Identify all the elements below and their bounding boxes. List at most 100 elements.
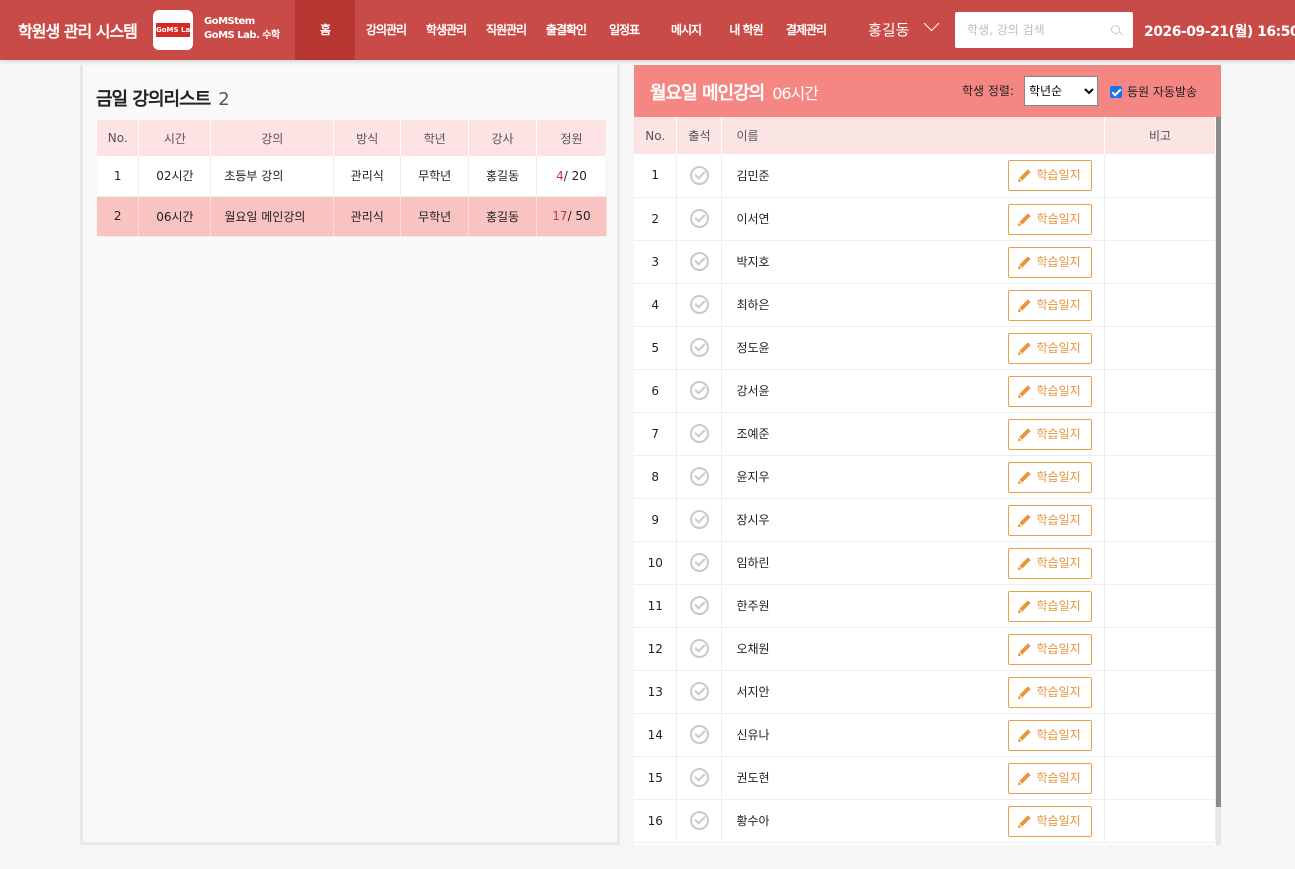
study-diary-button[interactable]: 학습일지: [1008, 332, 1093, 364]
study-diary-button[interactable]: 학습일지: [1008, 375, 1093, 407]
attendance-check-icon[interactable]: [689, 768, 709, 787]
study-diary-button[interactable]: 학습일지: [1008, 547, 1093, 579]
search-input[interactable]: [967, 20, 1107, 40]
attendance-cell: [676, 369, 723, 413]
study-diary-button[interactable]: 학습일지: [1008, 762, 1093, 794]
student-list-scrollbar[interactable]: [1216, 117, 1221, 845]
student-name: 신유나: [736, 728, 770, 742]
attendance-check-icon[interactable]: [689, 725, 709, 744]
student-row: 16 황수아 학습일지: [634, 799, 1216, 843]
study-diary-button[interactable]: 학습일지: [1008, 160, 1093, 191]
student-name: 권도현: [736, 771, 770, 785]
current-datetime: 2026-09-21(월) 16:50: [1144, 24, 1295, 40]
study-diary-label: 학습일지: [1036, 383, 1081, 398]
study-diary-label: 학습일지: [1036, 254, 1081, 269]
student-note: [1104, 670, 1216, 714]
student-note: [1104, 455, 1216, 499]
lesson-no: 1: [97, 156, 140, 197]
study-diary-button[interactable]: 학습일지: [1008, 461, 1093, 493]
study-diary-button[interactable]: 학습일지: [1008, 418, 1093, 450]
study-diary-button[interactable]: 학습일지: [1008, 805, 1093, 837]
attendance-cell: [676, 799, 723, 843]
student-name-cell: 권도현 학습일지: [721, 756, 1106, 800]
student-note: [1104, 498, 1216, 542]
attendance-check-icon[interactable]: [689, 639, 709, 658]
attendance-check-icon[interactable]: [689, 165, 709, 185]
attendance-cell: [676, 498, 723, 542]
student-note: [1104, 799, 1216, 843]
pencil-icon: [1019, 685, 1032, 698]
student-sort-select[interactable]: 학년순: [1024, 76, 1098, 106]
nav-item-6[interactable]: 일정표: [597, 0, 651, 60]
student-row: 2 이서연 학습일지: [634, 197, 1216, 241]
pencil-icon: [1019, 341, 1032, 354]
student-sort-label: 학생 정렬:: [962, 84, 1015, 98]
student-name: 윤지우: [736, 470, 770, 484]
lesson-teacher: 홍길동: [468, 196, 537, 237]
attendance-check-icon[interactable]: [689, 682, 709, 701]
lesson-table: No. 시간 강의 방식 학년 강사 정원 1 02시간 초등부 강의 관리식 무학년 홍길동 4/ 2…: [97, 120, 607, 237]
attendance-check-icon[interactable]: [689, 252, 709, 271]
study-diary-button[interactable]: 학습일지: [1008, 289, 1093, 321]
nav-item-4[interactable]: 직원관리: [477, 0, 535, 60]
study-diary-label: 학습일지: [1036, 168, 1081, 182]
scrollbar-thumb[interactable]: [1216, 117, 1221, 807]
student-no: 4: [634, 283, 678, 327]
study-diary-button[interactable]: 학습일지: [1008, 676, 1093, 708]
student-no: 12: [634, 627, 678, 671]
nav-item-8[interactable]: 내 학원: [717, 0, 775, 60]
attendance-check-icon[interactable]: [689, 209, 709, 228]
user-menu[interactable]: 홍길동: [868, 15, 940, 40]
study-diary-button[interactable]: 학습일지: [1008, 203, 1093, 235]
student-no: 15: [634, 756, 678, 800]
nav-item-3[interactable]: 학생관리: [417, 0, 475, 60]
attendance-cell: [676, 670, 723, 714]
student-name: 김민준: [736, 168, 770, 183]
study-diary-button[interactable]: 학습일지: [1008, 246, 1093, 278]
brand-logo[interactable]: GoMS Lab.: [153, 10, 193, 50]
checkbox-checked-icon[interactable]: [1110, 86, 1122, 98]
attendance-cell: [676, 756, 723, 800]
student-name: 강서윤: [736, 384, 770, 398]
attendance-check-icon[interactable]: [689, 295, 709, 314]
search-icon[interactable]: [1111, 25, 1120, 34]
attendance-cell: [676, 541, 723, 585]
student-no: 13: [634, 670, 678, 714]
attendance-check-icon[interactable]: [689, 510, 709, 529]
student-note: [1104, 584, 1216, 628]
attendance-check-icon[interactable]: [689, 596, 709, 615]
student-row: 4 최하은 학습일지: [634, 283, 1216, 327]
student-name-cell: 윤지우 학습일지: [721, 455, 1106, 499]
nav-item-9[interactable]: 결제관리: [777, 0, 835, 60]
student-no: 8: [634, 455, 678, 499]
student-note: [1104, 627, 1216, 671]
study-diary-button[interactable]: 학습일지: [1008, 719, 1093, 751]
lesson-row[interactable]: 2 06시간 월요일 메인강의 관리식 무학년 홍길동 17/ 50: [97, 196, 607, 237]
study-diary-button[interactable]: 학습일지: [1008, 590, 1093, 622]
student-column-header: 비고: [1104, 117, 1216, 154]
nav-item-1[interactable]: 홈: [295, 0, 355, 60]
capacity-total: / 20: [563, 168, 587, 183]
pencil-icon: [1019, 169, 1032, 181]
pencil-icon: [1019, 642, 1032, 655]
attendance-check-icon[interactable]: [689, 811, 709, 830]
study-diary-label: 학습일지: [1036, 512, 1081, 527]
nav-item-5[interactable]: 출결확인: [537, 0, 595, 60]
pencil-icon: [1019, 556, 1032, 569]
attendance-check-icon[interactable]: [689, 553, 709, 572]
attendance-check-icon[interactable]: [689, 424, 709, 443]
lesson-count: 2: [218, 89, 229, 110]
study-diary-label: 학습일지: [1036, 297, 1081, 312]
attendance-check-icon[interactable]: [689, 338, 709, 357]
lesson-row[interactable]: 1 02시간 초등부 강의 관리식 무학년 홍길동 4/ 20: [97, 156, 607, 197]
lesson-detail-title: 월요일 메인강의 06시간: [650, 79, 819, 105]
attendance-check-icon[interactable]: [689, 381, 709, 400]
attendance-cell: [676, 455, 723, 499]
nav-item-2[interactable]: 강의관리: [357, 0, 415, 60]
study-diary-button[interactable]: 학습일지: [1008, 633, 1093, 665]
attendance-check-icon[interactable]: [689, 467, 709, 486]
nav-item-7[interactable]: 메시지: [657, 0, 715, 60]
autosend-toggle[interactable]: 등원 자동발송: [1110, 83, 1197, 100]
study-diary-button[interactable]: 학습일지: [1008, 504, 1093, 536]
student-no: 11: [634, 584, 678, 628]
